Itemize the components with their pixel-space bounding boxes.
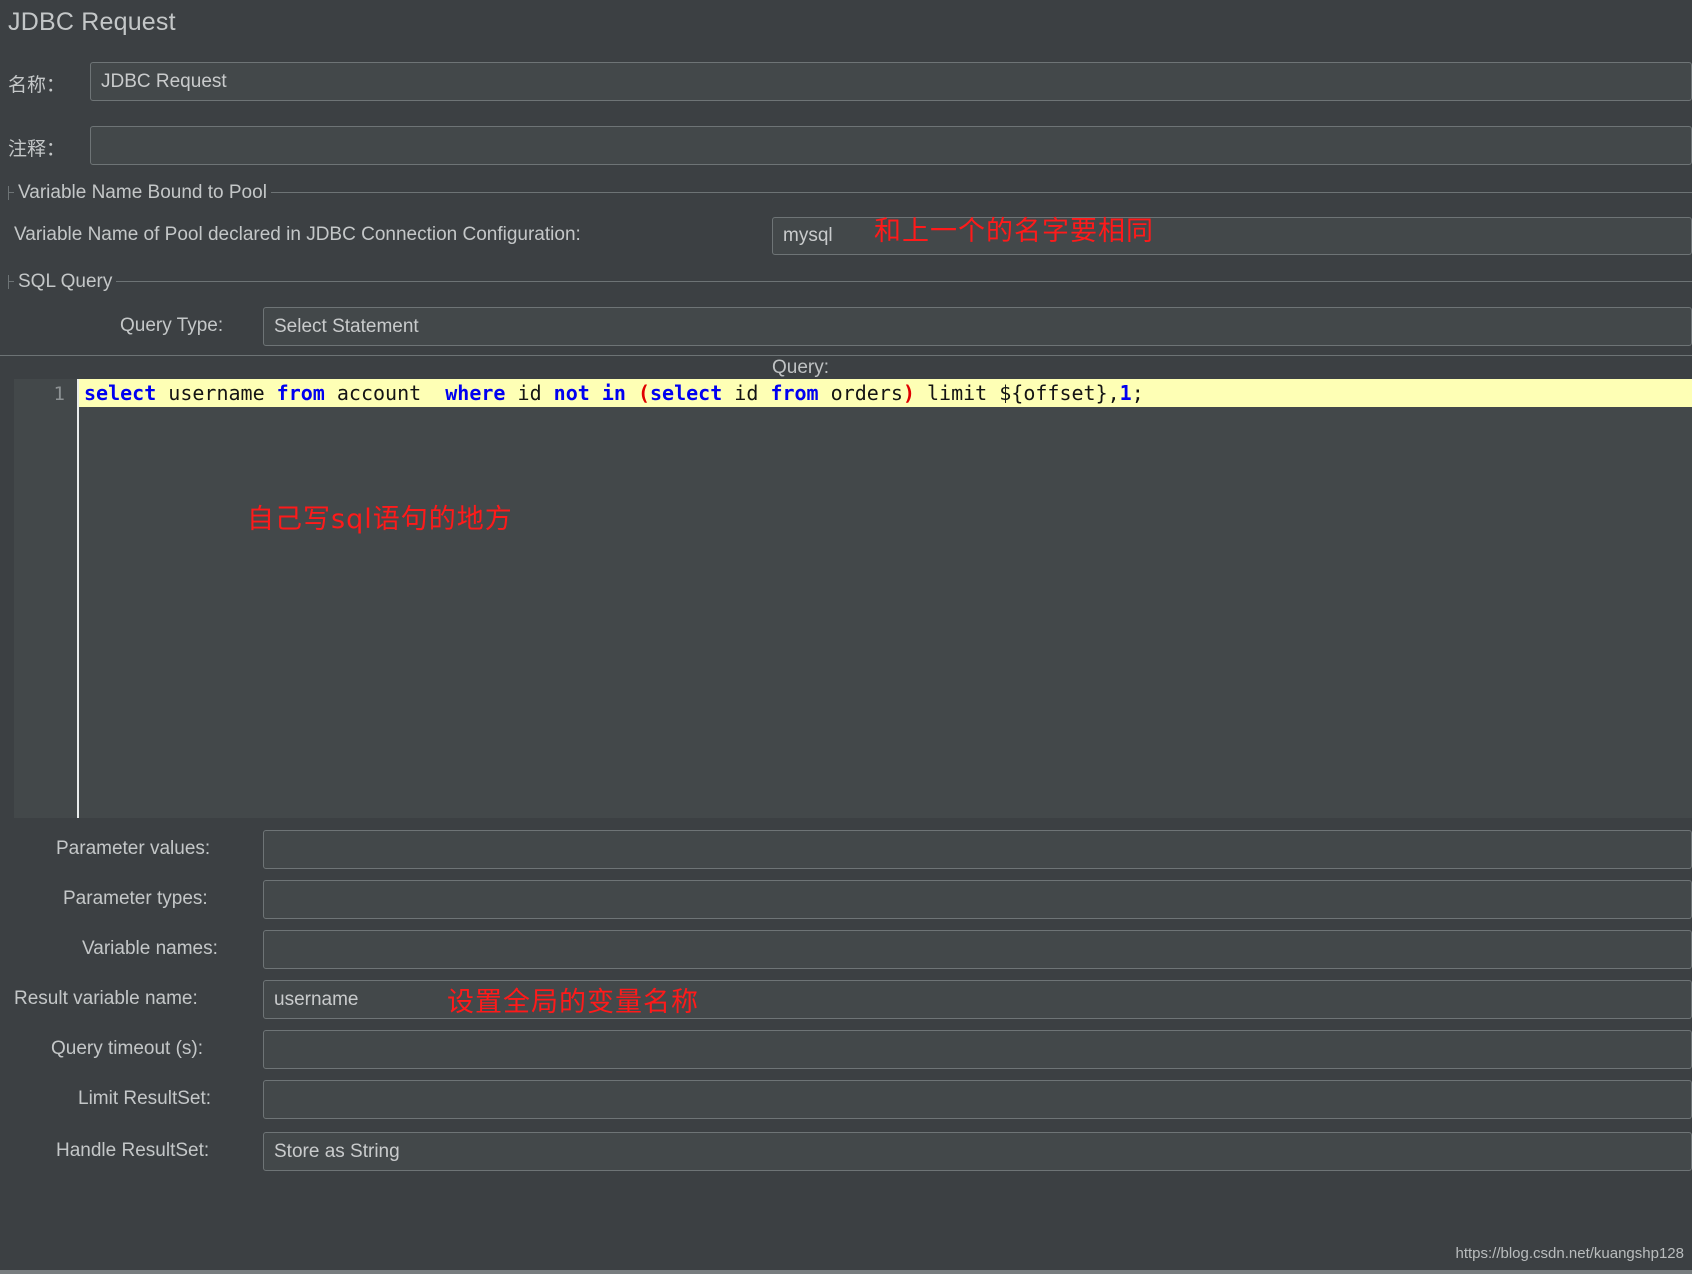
sql-token-9	[626, 381, 638, 405]
variable-names-input[interactable]	[263, 930, 1692, 969]
comment-input[interactable]	[90, 126, 1692, 165]
sql-group-left-tick	[8, 275, 9, 289]
sql-editor[interactable]: 1 select username from account where id …	[14, 379, 1692, 818]
pool-group-title: Variable Name Bound to Pool	[14, 182, 271, 204]
sql-token-18: ;	[1131, 381, 1144, 405]
sql-token-16: limit ${offset},	[914, 381, 1120, 405]
page-title: JDBC Request	[8, 8, 176, 36]
limit-resultset-input[interactable]	[263, 1080, 1692, 1119]
sql-token-8: in	[601, 381, 626, 405]
name-label: 名称：	[8, 75, 66, 96]
sql-token-11: select	[650, 381, 723, 405]
sql-editor-annotation: 自己写sql语句的地方	[247, 504, 513, 535]
result-variable-name-label: Result variable name:	[14, 988, 198, 1009]
parameter-types-label: Parameter types:	[63, 888, 208, 909]
limit-resultset-label: Limit ResultSet:	[78, 1088, 212, 1109]
line-number: 1	[53, 383, 65, 405]
variable-names-label: Variable names:	[82, 938, 218, 959]
sql-group-border	[8, 281, 1692, 282]
query-separator	[0, 355, 1692, 356]
sql-token-6: not	[553, 381, 590, 405]
pool-group-left-tick	[8, 186, 9, 200]
sql-token-15: )	[902, 381, 915, 405]
query-timeout-input[interactable]	[263, 1030, 1692, 1069]
parameter-types-input[interactable]	[263, 880, 1692, 919]
sql-token-17: 1	[1119, 381, 1132, 405]
comment-label: 注释：	[8, 139, 66, 160]
query-label: Query:	[772, 357, 830, 378]
sql-token-4: where	[445, 381, 506, 405]
sql-token-1: username	[156, 381, 277, 405]
name-input[interactable]: JDBC Request	[90, 62, 1692, 101]
sql-token-7	[590, 381, 602, 405]
sql-token-3: account	[324, 381, 446, 405]
sql-token-2: from	[276, 381, 325, 405]
result-variable-annotation: 设置全局的变量名称	[447, 987, 699, 1018]
sql-query-text[interactable]: select username from account where id no…	[79, 379, 1692, 407]
query-timeout-label: Query timeout (s):	[51, 1038, 204, 1059]
sql-group-title: SQL Query	[14, 271, 117, 293]
query-type-label: Query Type:	[120, 315, 224, 336]
jdbc-request-panel: JDBC Request 名称： JDBC Request 注释： Variab…	[0, 0, 1692, 1274]
sql-token-5: id	[505, 381, 554, 405]
parameter-values-label: Parameter values:	[56, 838, 211, 859]
sql-token-14: orders	[818, 381, 903, 405]
bottom-rule	[0, 1270, 1692, 1274]
sql-token-12: id	[722, 381, 771, 405]
sql-editor-gutter-separator	[77, 379, 79, 818]
handle-resultset-label: Handle ResultSet:	[56, 1140, 210, 1161]
parameter-values-input[interactable]	[263, 830, 1692, 869]
sql-token-10: (	[637, 381, 651, 405]
sql-token-13: from	[770, 381, 819, 405]
sql-editor-gutter: 1	[14, 379, 73, 818]
pool-annotation: 和上一个的名字要相同	[874, 216, 1154, 247]
sql-token-0: select	[84, 381, 157, 405]
query-type-select[interactable]: Select Statement	[263, 307, 1692, 346]
watermark: https://blog.csdn.net/kuangshp128	[1455, 1245, 1684, 1262]
pool-variable-label: Variable Name of Pool declared in JDBC C…	[14, 224, 581, 245]
handle-resultset-select[interactable]: Store as String	[263, 1132, 1692, 1171]
